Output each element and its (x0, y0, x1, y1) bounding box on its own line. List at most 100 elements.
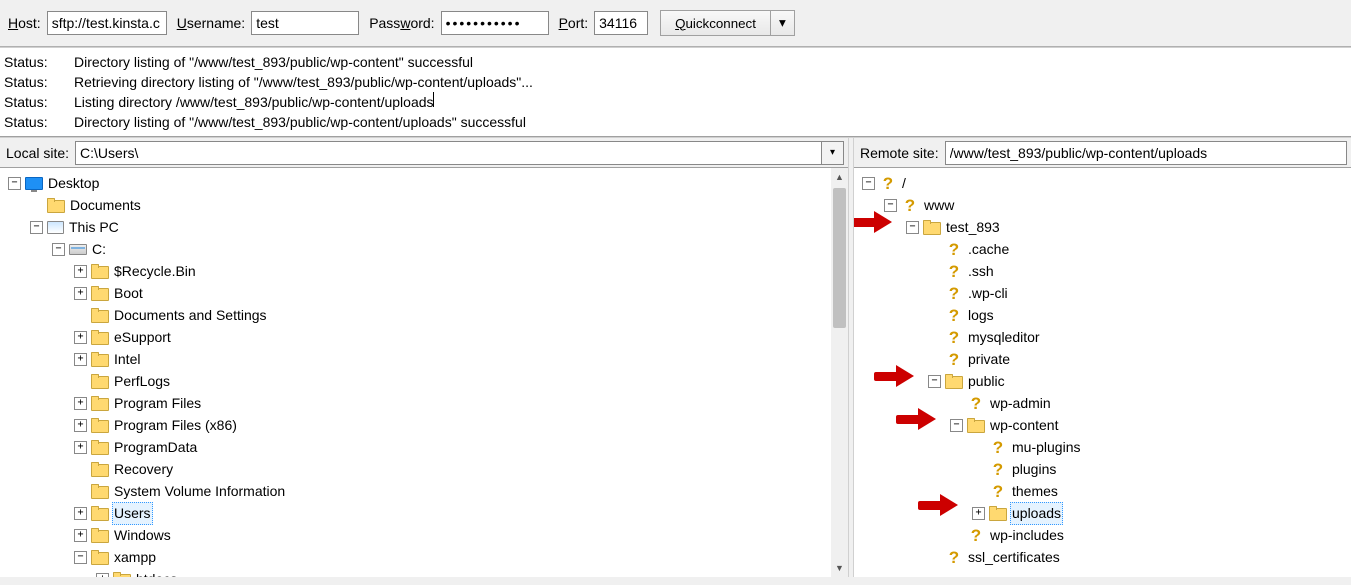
tree-item[interactable]: − This PC (6, 216, 848, 238)
tree-item-label: System Volume Information (112, 481, 287, 502)
collapse-icon[interactable]: − (8, 177, 21, 190)
tree-item[interactable]: ?.ssh (860, 260, 1351, 282)
collapse-icon[interactable]: − (906, 221, 919, 234)
tree-item[interactable]: − Desktop (6, 172, 848, 194)
local-path-input[interactable] (75, 141, 822, 165)
tree-item[interactable]: +ProgramData (6, 436, 848, 458)
unknown-folder-icon: ? (989, 483, 1007, 499)
chevron-down-icon: ▾ (779, 15, 786, 31)
tree-item-label: This PC (67, 217, 121, 238)
quickconnect-button[interactable]: Quickconnect (660, 10, 771, 36)
port-input[interactable] (594, 11, 648, 35)
tree-spacer (74, 485, 87, 498)
tree-item[interactable]: Documents and Settings (6, 304, 848, 326)
tree-item[interactable]: +Users (6, 502, 848, 524)
tree-item[interactable]: Recovery (6, 458, 848, 480)
tree-item[interactable]: +Program Files (x86) (6, 414, 848, 436)
folder-icon (91, 484, 109, 498)
collapse-icon[interactable]: − (52, 243, 65, 256)
expand-icon[interactable]: + (74, 397, 87, 410)
tree-item[interactable]: −C: (6, 238, 848, 260)
collapse-icon[interactable]: − (928, 375, 941, 388)
host-input[interactable] (47, 11, 167, 35)
tree-item[interactable]: +Program Files (6, 392, 848, 414)
tree-item[interactable]: Documents (6, 194, 848, 216)
tree-item-label: xampp (112, 547, 158, 568)
remote-pane: Remote site: −?/−?www−test_893 ?.cache ?… (854, 138, 1351, 577)
unknown-folder-icon: ? (901, 197, 919, 213)
tree-item[interactable]: −?/ (860, 172, 1351, 194)
tree-item-label: eSupport (112, 327, 173, 348)
tree-item[interactable]: +$Recycle.Bin (6, 260, 848, 282)
password-input[interactable] (441, 11, 549, 35)
folder-icon (113, 572, 131, 577)
tree-item[interactable]: − public (860, 370, 1351, 392)
tree-item[interactable]: ?mu-plugins (860, 436, 1351, 458)
tree-item[interactable]: +Boot (6, 282, 848, 304)
tree-item-label: / (900, 173, 908, 194)
local-pane: Local site: ▾ ▲ ▼ −Desktop Documents−Thi… (0, 138, 848, 577)
folder-icon (945, 374, 963, 388)
tree-item[interactable]: +htdocs (6, 568, 848, 577)
collapse-icon[interactable]: − (30, 221, 43, 234)
tree-item-label: public (966, 371, 1007, 392)
unknown-folder-icon: ? (967, 527, 985, 543)
tree-item[interactable]: −wp-content (860, 414, 1351, 436)
tree-item[interactable]: +Windows (6, 524, 848, 546)
scroll-down-icon[interactable]: ▼ (831, 559, 848, 577)
tree-item[interactable]: ?wp-includes (860, 524, 1351, 546)
tree-item[interactable]: ?.cache (860, 238, 1351, 260)
expand-icon[interactable]: + (74, 419, 87, 432)
username-label: Username: (177, 15, 245, 31)
tree-item[interactable]: −test_893 (860, 216, 1351, 238)
tree-item[interactable]: +Intel (6, 348, 848, 370)
status-log: Status:Directory listing of "/www/test_8… (0, 47, 1351, 137)
local-tree[interactable]: ▲ ▼ −Desktop Documents−This PC−C:+$Recyc… (0, 168, 848, 577)
expand-icon[interactable]: + (972, 507, 985, 520)
remote-tree[interactable]: −?/−?www−test_893 ?.cache ?.ssh ?.wp-cli… (854, 168, 1351, 577)
tree-item-label: plugins (1010, 459, 1058, 480)
expand-icon[interactable]: + (74, 331, 87, 344)
tree-item[interactable]: +uploads (860, 502, 1351, 524)
collapse-icon[interactable]: − (884, 199, 897, 212)
local-path-dropdown[interactable]: ▾ (822, 141, 844, 165)
tree-item-label: ssl_certificates (966, 547, 1062, 568)
scroll-thumb[interactable] (833, 188, 846, 328)
expand-icon[interactable]: + (96, 573, 109, 578)
expand-icon[interactable]: + (74, 507, 87, 520)
tree-item-label: Desktop (46, 173, 101, 194)
collapse-icon[interactable]: − (862, 177, 875, 190)
tree-item[interactable]: ?wp-admin (860, 392, 1351, 414)
expand-icon[interactable]: + (74, 353, 87, 366)
tree-item[interactable]: ?ssl_certificates (860, 546, 1351, 568)
tree-item[interactable]: System Volume Information (6, 480, 848, 502)
unknown-folder-icon: ? (945, 329, 963, 345)
expand-icon[interactable]: + (74, 441, 87, 454)
folder-icon (91, 462, 109, 476)
expand-icon[interactable]: + (74, 287, 87, 300)
unknown-folder-icon: ? (945, 307, 963, 323)
tree-item[interactable]: ?themes (860, 480, 1351, 502)
tree-item[interactable]: −?www (860, 194, 1351, 216)
username-input[interactable] (251, 11, 359, 35)
tree-item[interactable]: ?logs (860, 304, 1351, 326)
collapse-icon[interactable]: − (74, 551, 87, 564)
tree-item-label: Documents (68, 195, 143, 216)
tree-item[interactable]: − xampp (6, 546, 848, 568)
folder-icon (91, 396, 109, 410)
scrollbar[interactable]: ▲ ▼ (831, 168, 848, 577)
remote-path-input[interactable] (945, 141, 1347, 165)
collapse-icon[interactable]: − (950, 419, 963, 432)
tree-item[interactable]: ?plugins (860, 458, 1351, 480)
expand-icon[interactable]: + (74, 529, 87, 542)
tree-item[interactable]: ?private (860, 348, 1351, 370)
tree-item[interactable]: PerfLogs (6, 370, 848, 392)
scroll-up-icon[interactable]: ▲ (831, 168, 848, 186)
tree-item[interactable]: + eSupport (6, 326, 848, 348)
tree-item[interactable]: ?.wp-cli (860, 282, 1351, 304)
remote-site-label: Remote site: (854, 145, 945, 161)
unknown-folder-icon: ? (945, 241, 963, 257)
expand-icon[interactable]: + (74, 265, 87, 278)
tree-item[interactable]: ?mysqleditor (860, 326, 1351, 348)
quickconnect-dropdown-button[interactable]: ▾ (771, 10, 795, 36)
